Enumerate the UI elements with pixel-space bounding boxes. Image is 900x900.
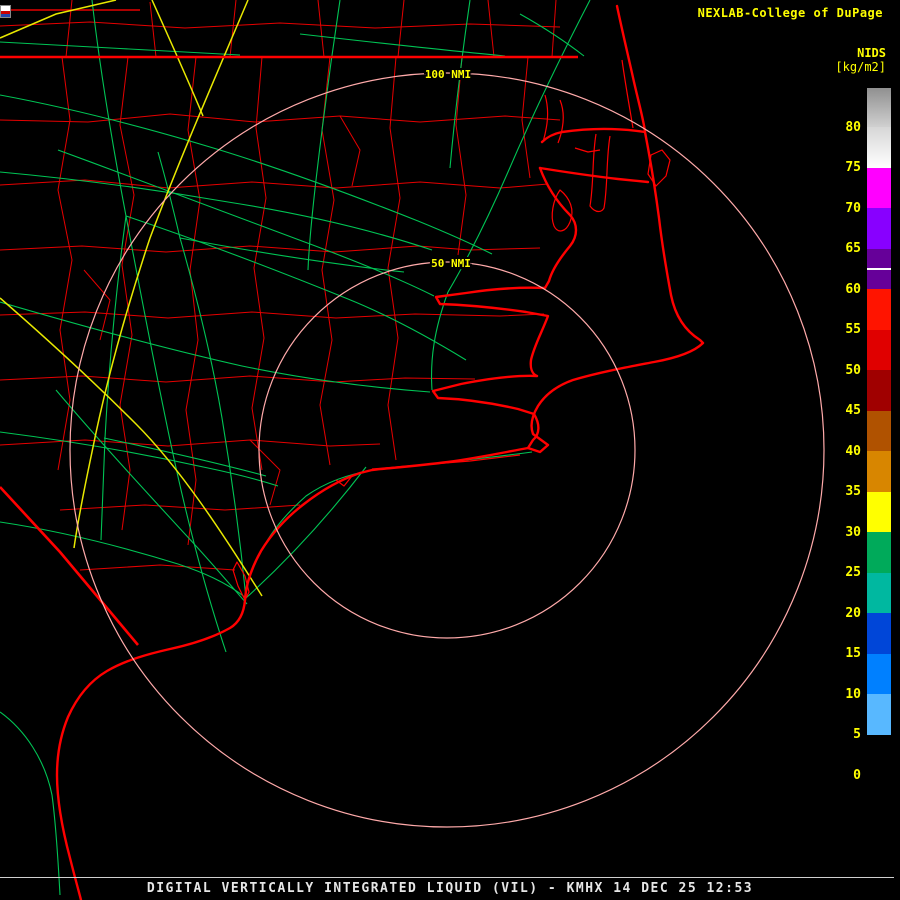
range-rings bbox=[69, 72, 825, 828]
colorbar-segment bbox=[867, 88, 891, 127]
interstates-yellow bbox=[0, 0, 263, 597]
range-ring-label-100nmi: 100 NMI bbox=[425, 68, 471, 81]
product-caption: DIGITAL VERTICALLY INTEGRATED LIQUID (VI… bbox=[146, 881, 754, 896]
colorbar-segment bbox=[867, 694, 891, 735]
legend-title: NIDS bbox=[857, 46, 886, 60]
radar-display: 50 NMI 100 NMI NEXLAB-College of DuPage … bbox=[0, 0, 900, 900]
colorbar-segment bbox=[867, 248, 891, 289]
brand-logo-icon bbox=[0, 5, 11, 18]
colorbar-segment bbox=[867, 167, 891, 208]
colorbar-segment bbox=[867, 572, 891, 613]
colorbar-segment bbox=[867, 127, 891, 168]
colorbar-tick-label: 10 bbox=[845, 686, 861, 702]
colorbar-segment bbox=[867, 329, 891, 370]
colorbar-tick-label: 25 bbox=[845, 565, 861, 580]
colorbar-tick-label: 35 bbox=[845, 484, 861, 499]
colorbar-segment bbox=[867, 451, 891, 492]
colorbar-tick-label: 75 bbox=[845, 160, 861, 175]
colorbar-tick-label: 40 bbox=[845, 443, 861, 459]
colorbar-tick-label: 45 bbox=[845, 403, 861, 418]
coastline bbox=[55, 4, 705, 900]
colorbar-tick-label: 80 bbox=[845, 119, 861, 135]
highways-green bbox=[0, 0, 591, 896]
colorbar-tick-label: 65 bbox=[845, 241, 861, 256]
colorbar-tick-label: 0 bbox=[853, 767, 861, 783]
colorbar-segment bbox=[867, 410, 891, 451]
colorbar-segment bbox=[867, 532, 891, 573]
colorbar-hail-marker bbox=[867, 267, 891, 270]
footer-divider bbox=[0, 877, 894, 878]
colorbar-tick-label: 5 bbox=[853, 727, 861, 742]
colorbar-tick-label: 70 bbox=[845, 200, 861, 216]
colorbar-segment bbox=[867, 734, 891, 775]
colorbar-tick-label: 20 bbox=[845, 605, 861, 621]
colorbar-segment bbox=[867, 653, 891, 694]
range-ring-label-50nmi: 50 NMI bbox=[431, 257, 471, 270]
colorbar-segment bbox=[867, 491, 891, 532]
colorbar-tick-label: 15 bbox=[845, 646, 861, 661]
water-features bbox=[232, 59, 671, 601]
colorbar-tick-label: 30 bbox=[845, 524, 861, 540]
county-boundaries bbox=[0, 0, 561, 571]
colorbar-segment bbox=[867, 613, 891, 654]
radar-map: 50 NMI 100 NMI bbox=[0, 0, 825, 900]
colorbar-tick-label: 55 bbox=[845, 322, 861, 337]
colorbar-segment bbox=[867, 370, 891, 411]
colorbar-tick-label: 60 bbox=[845, 281, 861, 297]
brand-text: NEXLAB-College of DuPage bbox=[697, 6, 883, 20]
legend-units: [kg/m2] bbox=[835, 60, 886, 74]
colorbar-segment bbox=[867, 289, 891, 330]
colorbar-tick-label: 50 bbox=[845, 362, 861, 378]
colorbar-segment bbox=[867, 775, 891, 792]
colorbar-segment bbox=[867, 208, 891, 249]
